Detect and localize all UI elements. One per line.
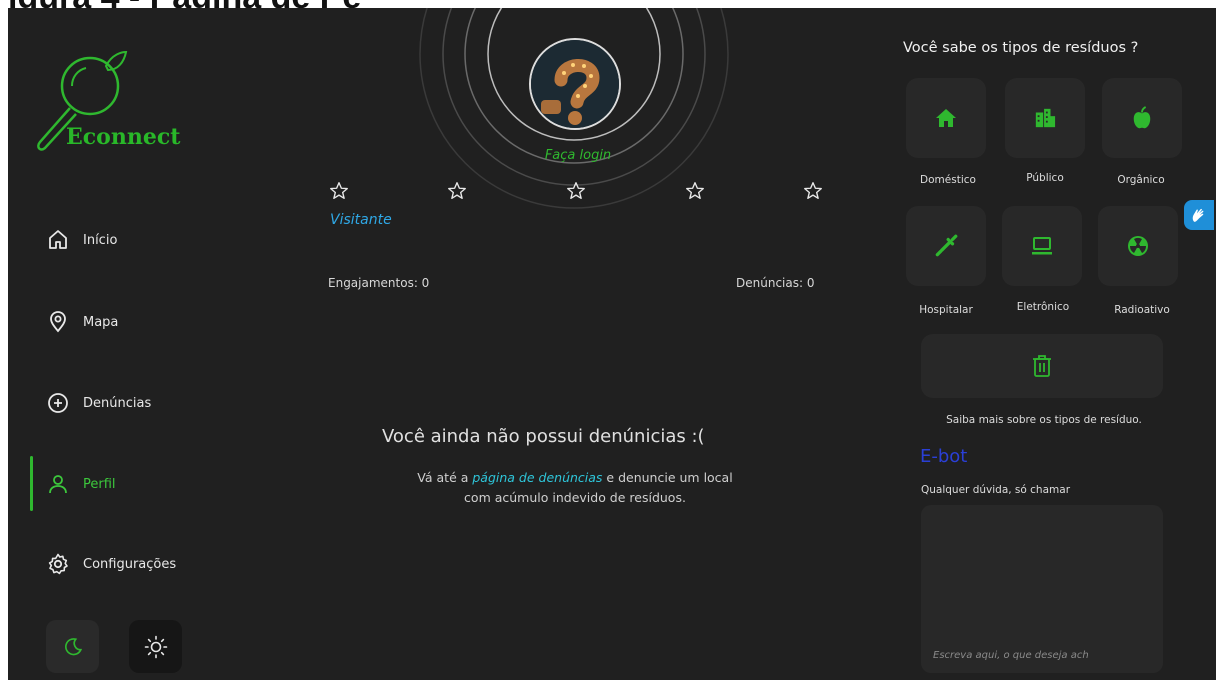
waste-label: Orgânico [1117,174,1165,186]
desc-prefix: Vá até a [417,470,473,485]
waste-tile-hospitalar[interactable] [906,206,986,286]
chat-box [921,505,1163,673]
chat-input[interactable] [933,650,1151,661]
star-icon [686,182,704,200]
learn-more-text: Saiba mais sobre os tipos de resíduo. [946,414,1142,426]
sidebar-item-label: Perfil [83,476,116,492]
radiation-icon [1128,236,1148,256]
engagements-count: Engajamentos: 0 [328,276,430,290]
gear-icon [48,553,68,575]
waste-label: Doméstico [920,174,976,186]
map-pin-icon [50,311,66,333]
plus-circle-icon [48,393,68,413]
reports-page-link[interactable]: página de denúncias [472,470,602,485]
sun-icon [144,635,167,658]
reports-count: Denúncias: 0 [736,276,815,290]
waste-label: Hospitalar [919,304,973,316]
empty-state-title: Você ainda não possui denúnicias :( [382,426,705,447]
avatar[interactable] [529,38,621,130]
question-mark-image [531,40,619,128]
star-icon [567,182,585,200]
waste-label: Eletrônico [1016,301,1070,313]
trash-tile[interactable] [921,334,1163,398]
light-theme-button[interactable] [129,620,182,673]
app-window: Econnect Início Mapa Denúncias Perfil Co… [8,8,1216,680]
waste-label: Radioativo [1114,304,1170,316]
username: Visitante [330,212,392,228]
sign-language-hands-icon [1192,208,1204,222]
waste-tile-radioativo[interactable] [1098,206,1178,286]
sidebar-item-label: Denúncias [83,395,152,411]
sidebar-item-inicio[interactable]: Início [8,220,268,260]
apple-icon [1133,106,1151,129]
waste-tile-domestico[interactable] [906,78,986,158]
logo-text: Econnect [66,124,181,150]
waste-label: Público [1026,172,1064,184]
laptop-icon [1032,237,1052,255]
sidebar-item-denuncias[interactable]: Denúncias [8,383,268,423]
dark-theme-button[interactable] [46,620,99,673]
house-icon [936,109,956,127]
econnect-logo[interactable]: Econnect [26,48,206,158]
home-icon [49,230,67,249]
buildings-icon [1035,108,1056,128]
trash-icon [1033,355,1051,377]
empty-state-description: Vá até a página de denúncias e denuncie … [408,468,742,508]
sidebar-item-configuracoes[interactable]: Configurações [8,544,268,584]
star-icon [330,182,348,200]
user-icon [49,475,67,494]
sidebar-item-label: Mapa [83,314,119,330]
waste-tile-organico[interactable] [1102,78,1182,158]
moon-icon [64,637,82,655]
syringe-icon [935,234,958,257]
sidebar-item-perfil[interactable]: Perfil [8,464,268,504]
ebot-title: E-bot [920,446,968,467]
sidebar-item-mapa[interactable]: Mapa [8,302,268,342]
sidebar-item-label: Início [83,232,118,248]
star-icon [804,182,822,200]
ebot-subtitle: Qualquer dúvida, só chamar [921,484,1071,496]
accessibility-button[interactable] [1184,200,1214,230]
login-link[interactable]: Faça login [538,148,618,163]
star-icon [448,182,466,200]
waste-tile-eletronico[interactable] [1002,206,1082,286]
waste-types-title: Você sabe os tipos de resíduos ? [903,40,1139,56]
waste-tile-publico[interactable] [1005,78,1085,158]
sidebar-item-label: Configurações [83,556,177,572]
